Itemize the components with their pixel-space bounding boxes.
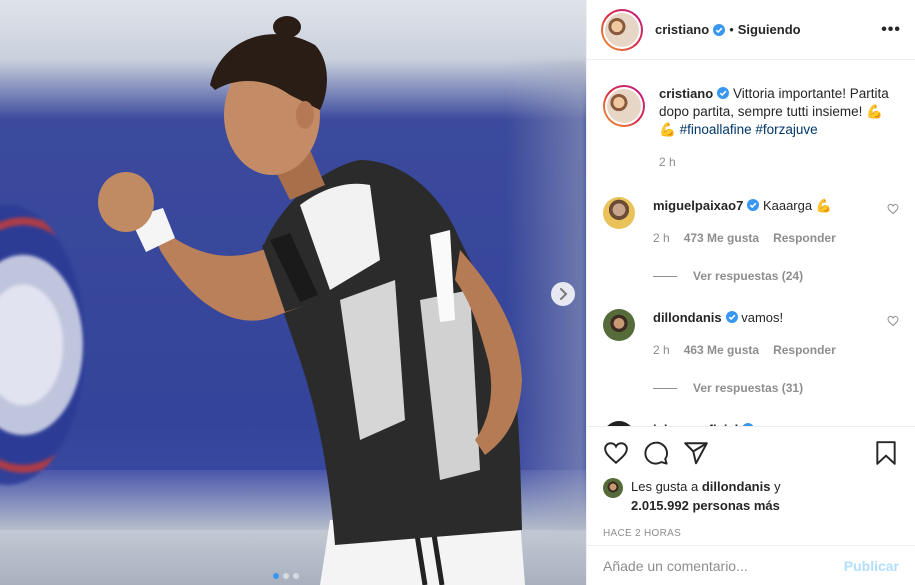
reply-button[interactable]: Responder [773,341,836,359]
liker-avatar[interactable] [603,478,623,498]
replies-divider [653,387,677,389]
comment-item: dillondanis vamos! 2 h 463 Me gusta Resp… [603,309,899,359]
carousel-dot [283,573,289,579]
view-replies-label: Ver respuestas (24) [693,269,804,283]
post-header: cristiano • Siguiendo ••• [587,0,915,60]
view-replies-button[interactable]: Ver respuestas (24) [653,269,899,283]
heart-outline-icon[interactable] [887,315,899,327]
post-sidebar: cristiano • Siguiendo ••• cristiano Vitt… [586,0,915,585]
caption-time[interactable]: 2 h [659,153,676,171]
comment-time[interactable]: 2 h [653,341,670,359]
publish-button[interactable]: Publicar [844,558,899,574]
comment-icon[interactable] [643,440,669,466]
caption-username[interactable]: cristiano [659,86,713,101]
heart-outline-icon[interactable] [887,203,899,215]
commenter-avatar[interactable] [603,197,635,229]
heart-icon[interactable] [603,440,629,466]
hashtag-link[interactable]: #finoallafine [680,122,752,137]
verified-badge-icon [717,87,730,99]
post-timestamp[interactable]: HACE 2 HORAS [603,528,899,539]
bookmark-icon[interactable] [873,440,899,466]
separator-dot: • [729,22,734,37]
carousel-indicator [273,573,299,579]
carousel-dot [293,573,299,579]
commenter-username[interactable]: miguelpaixao7 [653,198,743,213]
replies-divider [653,275,677,277]
verified-badge-icon [713,23,726,36]
comment-text: Kaaarga 💪 [762,198,832,213]
commenter-username[interactable]: dillondanis [653,310,722,325]
comments-list[interactable]: cristiano Vittoria importante! Partita d… [587,61,915,426]
comment-time[interactable]: 2 h [653,229,670,247]
likes-connector: y [774,479,781,494]
liker-username[interactable]: dillondanis [702,479,771,494]
verified-badge-icon [747,199,760,211]
likes-summary: Les gusta a dillondanis y 2.015.992 pers… [603,477,899,515]
author-avatar[interactable] [603,85,645,127]
next-image-button[interactable] [551,282,575,306]
author-username[interactable]: cristiano [655,22,709,37]
comment-input[interactable] [603,557,844,574]
post-actions: Les gusta a dillondanis y 2.015.992 pers… [587,426,915,539]
comment-likes[interactable]: 473 Me gusta [684,229,759,247]
more-options-icon[interactable]: ••• [881,21,901,39]
verified-badge-icon [725,311,738,323]
commenter-avatar[interactable] [603,309,635,341]
comment-item: miguelpaixao7 Kaaarga 💪 2 h 473 Me gusta… [603,197,899,247]
caption-emoji: 💪 [659,122,676,137]
likes-prefix: Les gusta a [631,479,699,494]
chevron-right-icon [560,288,568,300]
comment-text: vamos! [741,310,784,325]
add-comment-bar: Publicar [587,545,915,585]
share-icon[interactable] [683,440,709,466]
view-replies-label: Ver respuestas (31) [693,381,804,395]
hashtag-link[interactable]: #forzajuve [755,122,817,137]
follow-status-button[interactable]: Siguiendo [738,22,801,37]
post-image[interactable] [0,0,586,585]
post-caption: cristiano Vittoria importante! Partita d… [603,85,899,171]
comment-likes[interactable]: 463 Me gusta [684,341,759,359]
likes-count[interactable]: 2.015.992 personas más [631,498,780,513]
view-replies-button[interactable]: Ver respuestas (31) [653,381,899,395]
reply-button[interactable]: Responder [773,229,836,247]
author-avatar[interactable] [601,8,643,51]
carousel-dot [273,573,279,579]
player-figure [98,16,525,585]
